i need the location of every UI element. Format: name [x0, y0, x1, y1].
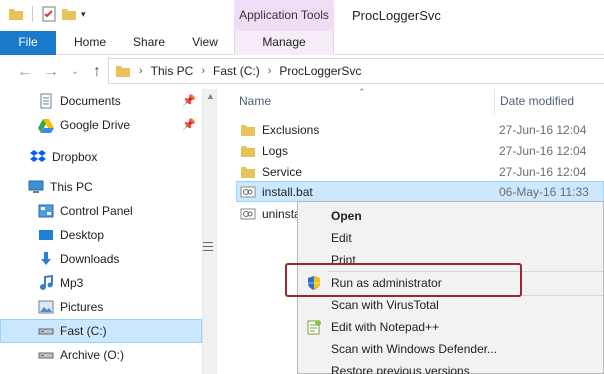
address-bar-row: ← → ⌄ ↑ › This PC › Fast (C:) › ProcLogg… [0, 55, 604, 89]
file-row[interactable]: Logs 27-Jun-16 12:04 [236, 140, 604, 161]
documents-icon [40, 93, 52, 109]
computer-icon [28, 180, 44, 193]
file-name: uninsta [262, 206, 301, 221]
application-tools-tab: Application Tools [234, 0, 334, 31]
drive-icon [38, 328, 54, 335]
music-icon [40, 275, 53, 290]
file-date: 27-Jun-16 12:04 [499, 164, 587, 179]
chevron-right-icon[interactable]: › [268, 65, 272, 77]
menu-item-edit[interactable]: Edit [298, 227, 603, 249]
address-bar[interactable]: › This PC › Fast (C:) › ProcLoggerSvc [108, 58, 604, 84]
folder-icon[interactable] [8, 6, 24, 22]
quick-access-toolbar: ▾ [8, 6, 86, 22]
qat-divider [32, 6, 33, 22]
splitter-grip-icon[interactable] [203, 242, 213, 254]
nav-item-label: Google Drive [60, 118, 131, 132]
menu-item-restore-previous-versions[interactable]: Restore previous versions [298, 360, 603, 374]
back-icon[interactable]: ← [16, 63, 34, 81]
folder-icon [241, 145, 255, 157]
up-icon[interactable]: ↑ [88, 63, 106, 81]
nav-item-control-panel[interactable]: Control Panel [0, 199, 202, 223]
menu-item-open[interactable]: Open [298, 205, 603, 227]
scroll-up-icon[interactable]: ▲ [206, 91, 215, 101]
tab-share[interactable]: Share [122, 31, 176, 55]
file-row[interactable]: Service 27-Jun-16 12:04 [236, 161, 604, 182]
google-drive-icon [38, 119, 54, 133]
forward-icon[interactable]: → [42, 63, 60, 81]
nav-item-dropbox[interactable]: Dropbox [0, 145, 202, 169]
folder-icon [116, 66, 130, 77]
tab-manage[interactable]: Manage [234, 31, 334, 55]
notepad-plus-icon [307, 320, 321, 335]
nav-item-archive-o[interactable]: Archive (O:) [0, 343, 202, 367]
nav-item-pictures[interactable]: Pictures [0, 295, 202, 319]
column-header-date-modified[interactable]: Date modified [500, 89, 574, 115]
nav-item-documents[interactable]: Documents 📌 [0, 89, 202, 113]
tab-view[interactable]: View [180, 31, 230, 55]
column-header-name[interactable]: Name [239, 89, 271, 115]
nav-item-downloads[interactable]: Downloads [0, 247, 202, 271]
batch-file-icon [240, 186, 256, 197]
file-name: install.bat [262, 184, 313, 199]
nav-item-label: This PC [50, 180, 93, 194]
nav-item-label: Documents [60, 94, 121, 108]
folder-icon [241, 124, 255, 136]
menu-item-label: Edit with Notepad++ [331, 320, 440, 334]
file-date: 27-Jun-16 12:04 [499, 143, 587, 158]
sort-ascending-icon: ⌃ [358, 87, 366, 97]
nav-item-label: Dropbox [52, 150, 98, 164]
title-bar: ▾ Application Tools ProcLoggerSvc [0, 0, 604, 31]
ribbon-tabs: File Home Share View Manage [0, 31, 604, 55]
pin-icon[interactable]: 📌 [182, 94, 196, 107]
tab-file[interactable]: File [0, 31, 56, 55]
breadcrumb-this-pc[interactable]: This PC [151, 64, 194, 78]
tab-home[interactable]: Home [64, 31, 116, 55]
navigation-pane: Documents 📌 Google Drive 📌 Dropbox This … [0, 89, 202, 374]
nav-item-fast-c[interactable]: Fast (C:) [0, 319, 202, 343]
desktop-icon [39, 230, 53, 240]
nav-item-label: Desktop [60, 228, 105, 242]
nav-item-label: Mp3 [60, 276, 84, 290]
file-name: Exclusions [262, 122, 320, 137]
file-row-selected[interactable]: install.bat 06-May-16 11:33 [236, 181, 604, 202]
nav-item-mp3[interactable]: Mp3 [0, 271, 202, 295]
new-folder-icon[interactable] [61, 6, 77, 22]
window-title: ProcLoggerSvc [352, 8, 441, 23]
nav-item-desktop[interactable]: Desktop [0, 223, 202, 247]
file-date: 27-Jun-16 12:04 [499, 122, 587, 137]
nav-item-label: Archive (O:) [60, 348, 125, 362]
qat-dropdown-icon[interactable]: ▾ [81, 9, 86, 20]
file-date: 06-May-16 11:33 [499, 184, 589, 199]
menu-item-edit-notepad-plus[interactable]: Edit with Notepad++ [298, 316, 603, 338]
file-name: Logs [262, 143, 289, 158]
nav-item-google-drive[interactable]: Google Drive 📌 [0, 113, 202, 137]
menu-item-scan-windows-defender[interactable]: Scan with Windows Defender... [298, 338, 603, 360]
properties-icon[interactable] [41, 6, 57, 22]
breadcrumb-procloggersvc[interactable]: ProcLoggerSvc [279, 64, 361, 78]
menu-item-scan-virustotal[interactable]: Scan with VirusTotal [298, 294, 603, 316]
nav-item-label: Pictures [60, 300, 104, 314]
breadcrumb-fast-c[interactable]: Fast (C:) [213, 64, 260, 78]
drive-icon [38, 352, 54, 359]
file-row[interactable]: Exclusions 27-Jun-16 12:04 [236, 119, 604, 140]
annotation-highlight-box [285, 263, 522, 297]
column-divider[interactable] [494, 89, 495, 115]
file-name: Service [262, 164, 303, 179]
nav-item-label: Fast (C:) [60, 324, 107, 338]
batch-file-icon [240, 208, 256, 219]
recent-locations-icon[interactable]: ⌄ [66, 63, 84, 81]
nav-item-label: Downloads [60, 252, 120, 266]
folder-icon [241, 166, 255, 178]
downloads-icon [41, 252, 51, 265]
nav-item-this-pc[interactable]: This PC [0, 175, 202, 199]
nav-pane-scrollbar[interactable]: ▲ [202, 89, 217, 374]
chevron-right-icon[interactable]: › [139, 65, 143, 77]
chevron-right-icon[interactable]: › [201, 65, 205, 77]
control-panel-icon [38, 204, 54, 218]
nav-item-label: Control Panel [60, 204, 133, 218]
pictures-icon [38, 300, 54, 314]
dropbox-icon [30, 150, 46, 162]
pin-icon[interactable]: 📌 [182, 118, 196, 131]
